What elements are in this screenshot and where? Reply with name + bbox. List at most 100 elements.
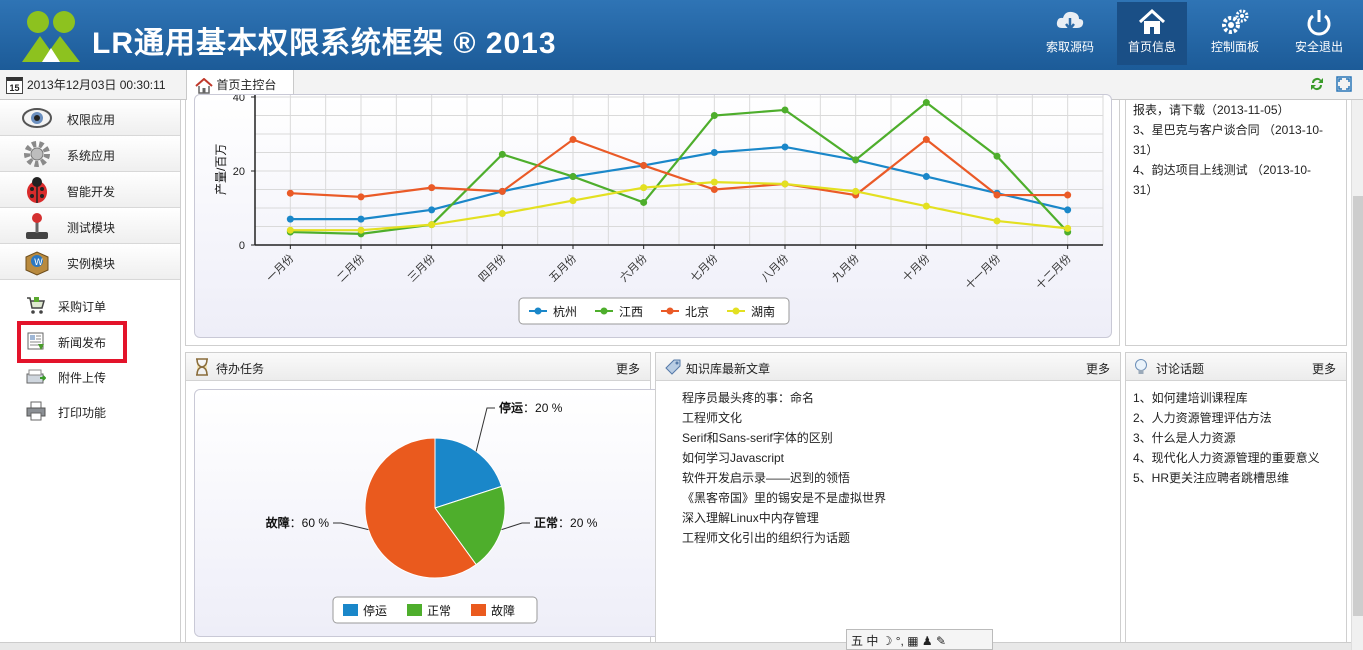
logo-icon xyxy=(22,11,80,62)
sidebar-module-smart-dev[interactable]: 智能开发 xyxy=(0,172,180,208)
get-source-button[interactable]: 索取源码 xyxy=(1035,2,1105,65)
legend-marker xyxy=(600,307,608,315)
legend-marker xyxy=(732,307,740,315)
sidebar-module-label: 实例模块 xyxy=(67,257,116,271)
notice-line[interactable]: 报表，请下载（2013-11-05） xyxy=(1133,100,1323,120)
y-axis-label: 产量/百万 xyxy=(214,144,228,195)
article-link[interactable]: 程序员最头疼的事：命名 xyxy=(682,388,886,408)
lightbulb-icon xyxy=(1135,359,1147,374)
notice-line: 31） xyxy=(1133,183,1159,197)
legend-swatch xyxy=(407,604,422,616)
legend-label: 北京 xyxy=(685,305,709,319)
data-point xyxy=(286,226,294,234)
x-tick-label: 十月份 xyxy=(899,251,932,284)
tasks-more-link[interactable]: 更多 xyxy=(616,360,640,377)
sidebar-module-system[interactable]: 系统应用 xyxy=(0,136,180,172)
data-point xyxy=(993,191,1001,199)
gears-icon xyxy=(1222,9,1249,34)
data-point xyxy=(922,99,930,107)
data-point xyxy=(498,210,506,218)
sidebar-item-print[interactable]: 打印功能 xyxy=(18,399,138,423)
home-info-button[interactable]: 首页信息 xyxy=(1117,2,1187,65)
sidebar-module-examples[interactable]: W 实例模块 xyxy=(0,244,180,280)
knowledge-more-link[interactable]: 更多 xyxy=(1086,360,1110,377)
data-point xyxy=(781,180,789,188)
topic-link[interactable]: 4、现代化人力资源管理的重要意义 xyxy=(1133,448,1320,468)
sidebar-item-attachment-upload[interactable]: 附件上传 xyxy=(18,364,138,388)
discussion-header: 讨论话题 更多 xyxy=(1126,353,1346,381)
logout-button[interactable]: 安全退出 xyxy=(1284,2,1354,65)
discussion-more-link[interactable]: 更多 xyxy=(1312,360,1336,377)
cloud-download-icon xyxy=(1056,11,1084,32)
joystick-icon xyxy=(26,213,48,239)
data-point xyxy=(428,206,436,214)
x-tick-label: 五月份 xyxy=(547,252,580,285)
x-tick-label: 六月份 xyxy=(617,252,650,285)
home-info-label: 首页信息 xyxy=(1127,40,1176,54)
data-point xyxy=(852,156,860,164)
data-point xyxy=(852,187,860,195)
article-link[interactable]: 《黑客帝国》里的锡安是不是虚拟世界 xyxy=(682,488,886,508)
page-scrollbar[interactable] xyxy=(1351,100,1363,650)
notice-line[interactable]: 3、星巴克与客户谈合同 （2013-10- xyxy=(1133,120,1323,140)
home-icon xyxy=(1138,8,1166,34)
app-title: LR通用基本权限系统框架 ® 2013 xyxy=(92,27,557,60)
notice-line[interactable]: 4、韵达项目上线测试 （2013-10- xyxy=(1133,160,1323,180)
datetime-text: 2013年12月03日 00:30:11 xyxy=(27,78,166,92)
data-point xyxy=(1064,224,1072,232)
legend-swatch xyxy=(343,604,358,616)
article-link[interactable]: 软件开发启示录——迟到的领悟 xyxy=(682,468,886,488)
home-icon xyxy=(195,77,213,94)
article-link[interactable]: 工程师文化 xyxy=(682,408,886,428)
pie-label: 故障：60 % xyxy=(266,515,330,530)
sidebar: 权限应用 系统应用 智能开发 测试模块 W 实例模块 采购订单 新闻发布 附件上… xyxy=(0,100,181,650)
article-link[interactable]: Serif和Sans-serif字体的区别 xyxy=(682,428,886,448)
data-point xyxy=(428,184,436,192)
x-tick-label: 八月份 xyxy=(759,252,792,285)
status-strip xyxy=(0,642,1351,650)
article-link[interactable]: 如何学习Javascript xyxy=(682,448,886,468)
data-point xyxy=(993,217,1001,225)
data-point xyxy=(1064,191,1072,199)
sidebar-item-label: 打印功能 xyxy=(58,406,107,420)
datetime-display: 15 2013年12月03日 00:30:11 xyxy=(6,76,166,95)
topic-link[interactable]: 2、人力资源管理评估方法 xyxy=(1133,408,1320,428)
x-tick-label: 三月份 xyxy=(405,252,438,285)
tag-icon xyxy=(665,359,681,375)
scrollbar-thumb[interactable] xyxy=(1353,196,1363,616)
legend-label: 正常 xyxy=(427,604,451,618)
y-tick-label: 20 xyxy=(233,166,245,178)
pie-label: 正常：20 % xyxy=(534,515,598,530)
package-icon: W xyxy=(25,251,49,276)
ime-toolbar[interactable]: 五 中 ☽ °, ▦ ♟ ✎ xyxy=(846,629,993,650)
eye-icon xyxy=(22,108,52,128)
topic-link[interactable]: 5、HR更关注应聘者跳槽思维 xyxy=(1133,468,1320,488)
printer-icon xyxy=(26,401,46,421)
discussion-panel: 讨论话题 更多 1、如何建培训课程库 2、人力资源管理评估方法 3、什么是人力资… xyxy=(1125,352,1347,650)
control-panel-label: 控制面板 xyxy=(1210,40,1259,54)
topic-link[interactable]: 3、什么是人力资源 xyxy=(1133,428,1320,448)
data-point xyxy=(357,215,365,223)
knowledge-header: 知识库最新文章 更多 xyxy=(656,353,1120,381)
data-point xyxy=(1064,206,1072,214)
pie-leader-line xyxy=(501,522,530,531)
sidebar-item-purchase-order[interactable]: 采购订单 xyxy=(18,293,138,317)
legend-label: 故障 xyxy=(491,603,515,618)
selection-highlight xyxy=(17,321,127,363)
article-link[interactable]: 深入理解Linux中内存管理 xyxy=(682,508,886,528)
legend-label: 杭州 xyxy=(553,304,577,319)
refresh-icon[interactable] xyxy=(1309,76,1325,92)
data-point xyxy=(640,184,648,192)
gear-icon xyxy=(24,141,50,167)
sidebar-module-label: 系统应用 xyxy=(67,149,116,163)
sidebar-module-testing[interactable]: 测试模块 xyxy=(0,208,180,244)
fullscreen-icon[interactable] xyxy=(1336,76,1352,92)
sidebar-module-permission[interactable]: 权限应用 xyxy=(0,100,180,136)
cart-icon xyxy=(27,297,45,314)
article-link[interactable]: 工程师文化引出的组织行为话题 xyxy=(682,528,886,548)
sidebar-module-label: 智能开发 xyxy=(67,185,116,199)
control-panel-button[interactable]: 控制面板 xyxy=(1200,2,1270,65)
ime-toolbar-text: 五 中 ☽ °, ▦ ♟ ✎ xyxy=(851,634,947,648)
topic-link[interactable]: 1、如何建培训课程库 xyxy=(1133,388,1320,408)
hourglass-icon xyxy=(196,358,208,376)
